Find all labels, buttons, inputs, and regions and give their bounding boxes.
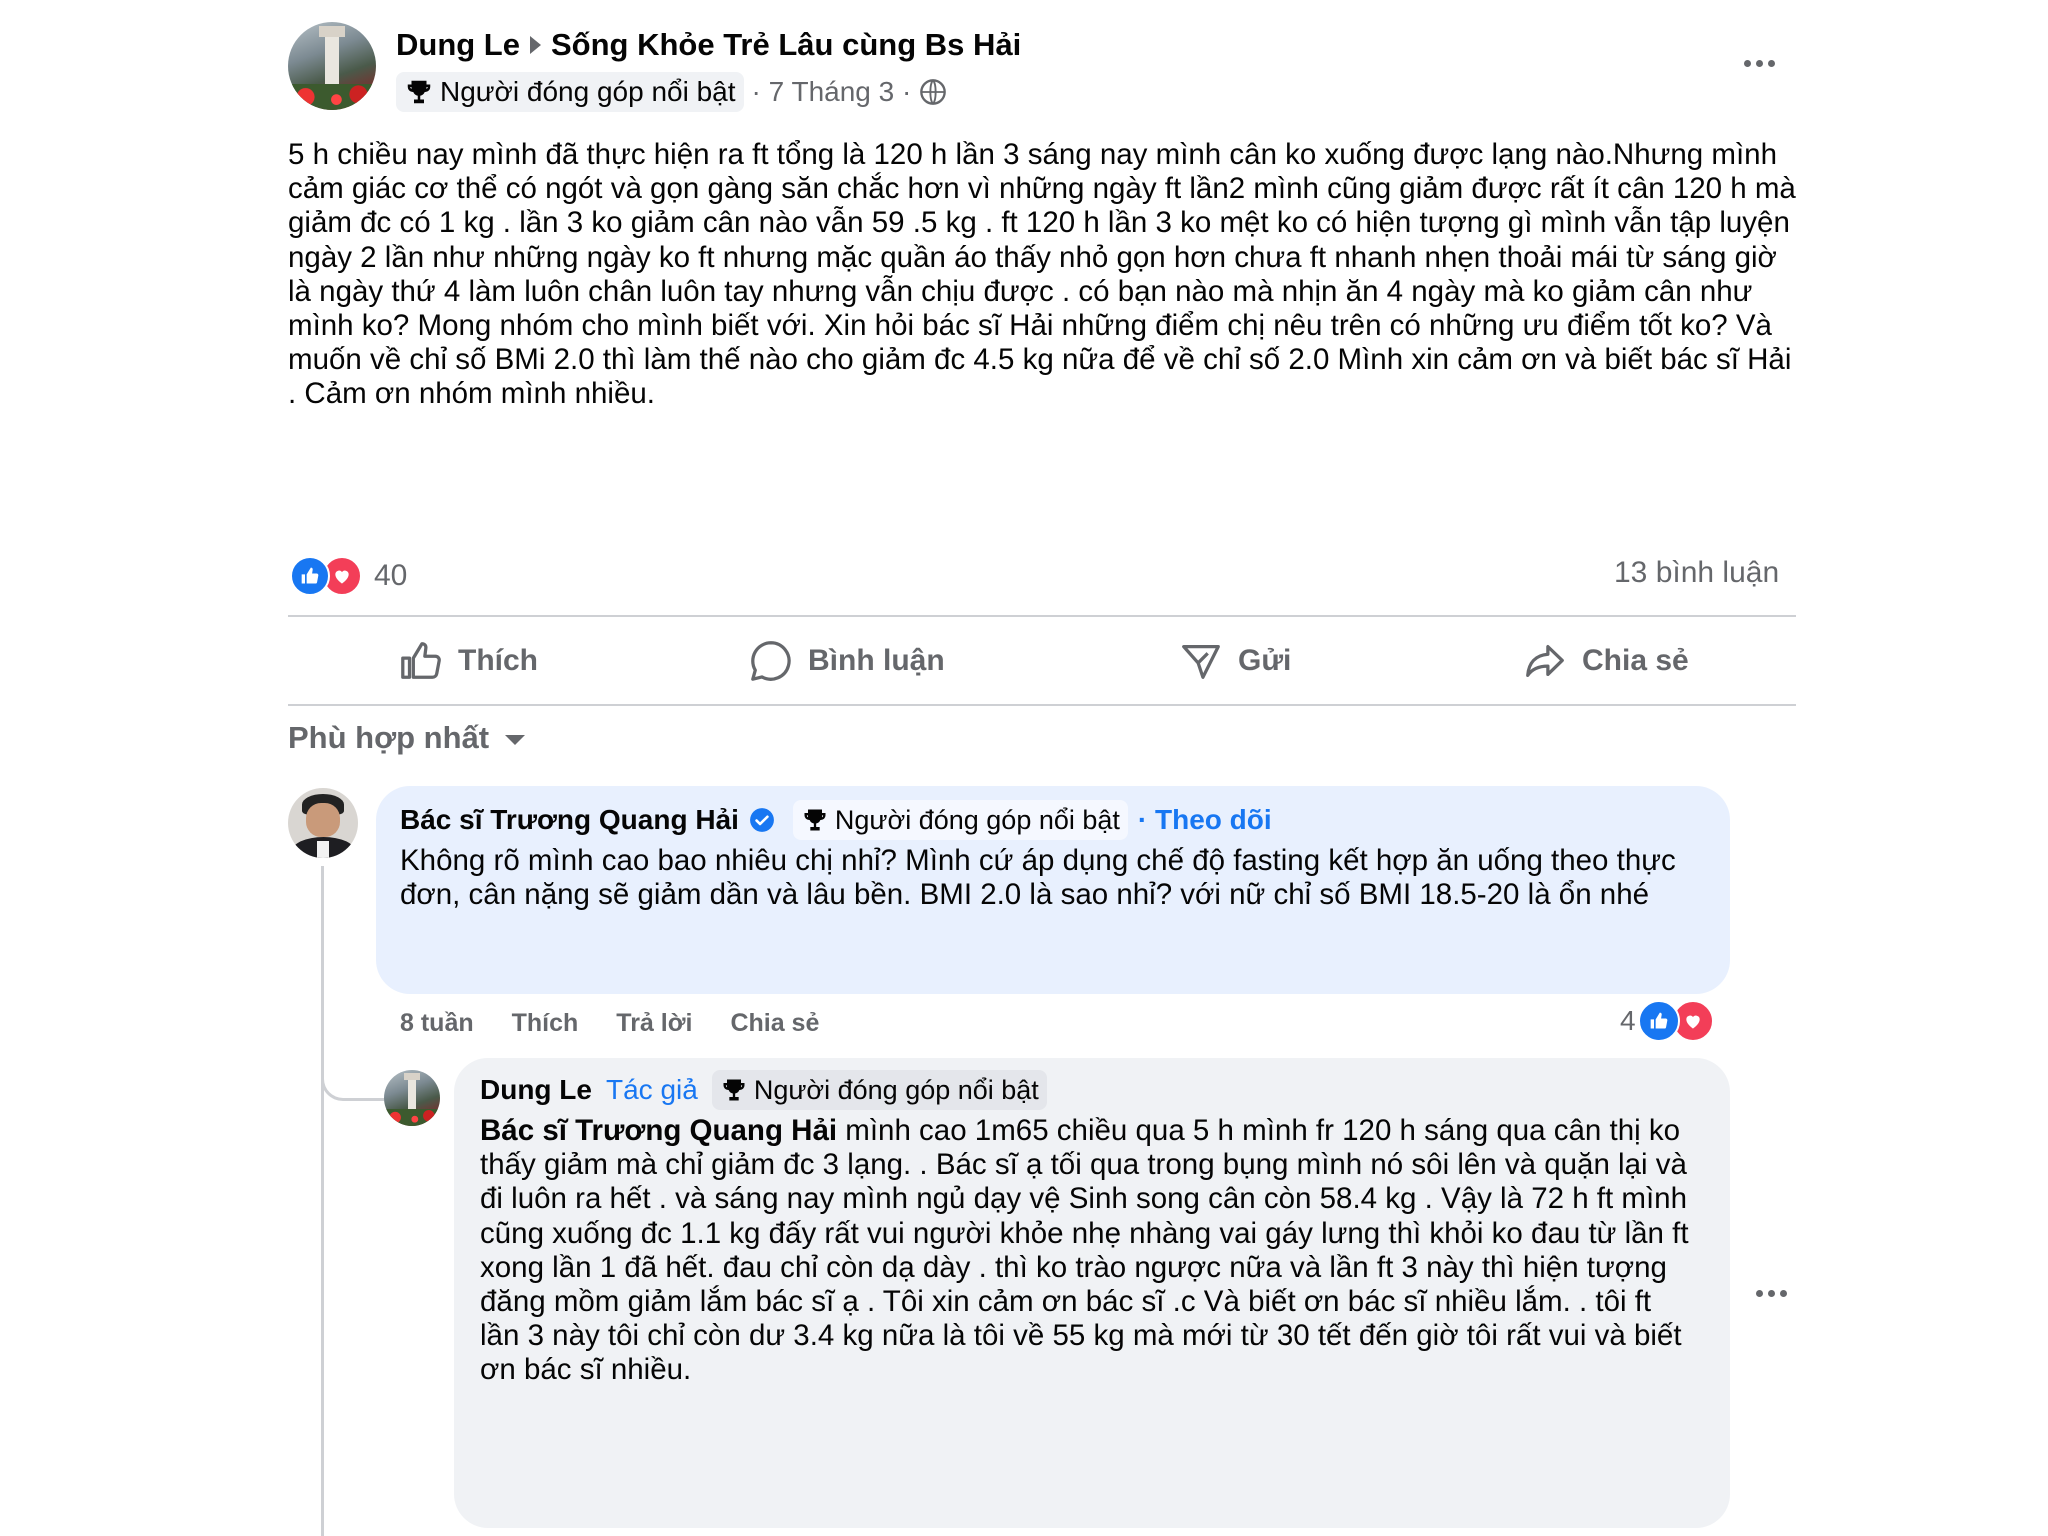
- verified-badge-icon: [750, 808, 774, 832]
- thread-line: [321, 866, 324, 1536]
- commenter-avatar[interactable]: [288, 788, 358, 858]
- caret-down-icon: [505, 735, 526, 745]
- top-contributor-badge[interactable]: Người đóng góp nổi bật: [711, 1070, 1047, 1110]
- trophy-icon: [804, 809, 826, 831]
- mention-link[interactable]: Bác sĩ Trương Quang Hải: [480, 1114, 837, 1147]
- trophy-icon: [407, 80, 431, 104]
- comment-sort-dropdown[interactable]: Phù hợp nhất: [288, 716, 526, 760]
- arrow-right-icon: [530, 36, 541, 54]
- post-more-options-icon[interactable]: [1744, 60, 1775, 67]
- comment-button[interactable]: Bình luận: [748, 636, 945, 686]
- divider-top: [288, 615, 1796, 617]
- trophy-icon: [723, 1079, 745, 1101]
- commenter-name[interactable]: Bác sĩ Trương Quang Hải: [400, 804, 739, 836]
- comment-label: Bình luận: [808, 644, 945, 677]
- thumbs-up-icon: [401, 642, 441, 679]
- comment-share-button[interactable]: Chia sẻ: [730, 1009, 819, 1038]
- badge-label: Người đóng góp nổi bật: [753, 1074, 1039, 1105]
- comment-reactions[interactable]: 4: [1620, 1000, 1714, 1042]
- reply-more-options-icon[interactable]: [1756, 1290, 1787, 1297]
- reply-author-avatar[interactable]: [384, 1070, 440, 1126]
- thread-branch: [321, 1050, 384, 1101]
- reply-body: Bác sĩ Trương Quang Hải mình cao 1m65 ch…: [480, 1114, 1698, 1388]
- post-date[interactable]: · 7 Tháng 3 ·: [752, 76, 912, 108]
- share-label: Chia sẻ: [1582, 644, 1689, 677]
- reply-header: Dung Le Tác giả Người đóng góp nổi bật: [480, 1070, 1047, 1110]
- post-body: 5 h chiều nay mình đã thực hiện ra ft tổ…: [288, 138, 1796, 411]
- reaction-summary[interactable]: 40: [290, 556, 407, 596]
- comment-reaction-count: 4: [1620, 1005, 1636, 1036]
- top-contributor-badge[interactable]: Người đóng góp nổi bật: [792, 800, 1128, 840]
- group-name[interactable]: Sống Khỏe Trẻ Lâu cùng Bs Hải: [551, 27, 1021, 63]
- top-contributor-badge[interactable]: Người đóng góp nổi bật: [396, 72, 744, 112]
- send-icon: [1182, 644, 1220, 679]
- comment-body: Không rõ mình cao bao nhiêu chị nhỉ? Mìn…: [400, 844, 1676, 912]
- follow-link[interactable]: · Theo dõi: [1138, 804, 1272, 836]
- like-reaction-icon: [1637, 1000, 1680, 1042]
- share-arrow-icon: [1526, 644, 1564, 678]
- post-header-title: Dung Le Sống Khỏe Trẻ Lâu cùng Bs Hải: [396, 24, 1021, 66]
- share-button[interactable]: Chia sẻ: [1522, 636, 1689, 686]
- post-author-name[interactable]: Dung Le: [396, 27, 520, 63]
- reply-text: mình cao 1m65 chiều qua 5 h mình fr 120 …: [480, 1114, 1689, 1387]
- comment-meta: 8 tuần Thích Trả lời Chia sẻ: [400, 1006, 819, 1040]
- like-button[interactable]: Thích: [398, 636, 538, 686]
- send-button[interactable]: Gửi: [1178, 636, 1291, 686]
- comment-bubble-icon: [751, 641, 791, 681]
- comment-like-button[interactable]: Thích: [512, 1009, 579, 1038]
- like-label: Thích: [458, 644, 538, 677]
- sort-label: Phù hợp nhất: [288, 720, 490, 755]
- reaction-count: 40: [374, 559, 408, 592]
- comment-count[interactable]: 13 bình luận: [1614, 556, 1779, 590]
- comment-header: Bác sĩ Trương Quang Hải Người đóng góp n…: [400, 800, 1272, 840]
- globe-icon: [920, 79, 947, 105]
- comment-reply-button[interactable]: Trả lời: [616, 1009, 692, 1038]
- badge-label: Người đóng góp nổi bật: [440, 76, 736, 107]
- reply-author-name[interactable]: Dung Le: [480, 1074, 592, 1106]
- like-reaction-icon: [290, 556, 330, 596]
- send-label: Gửi: [1238, 644, 1292, 677]
- divider-bottom: [288, 704, 1796, 706]
- author-tag: Tác giả: [606, 1074, 698, 1105]
- comment-time[interactable]: 8 tuần: [400, 1009, 474, 1038]
- post-meta: Người đóng góp nổi bật · 7 Tháng 3 ·: [396, 72, 947, 112]
- badge-label: Người đóng góp nổi bật: [834, 804, 1120, 835]
- post-author-avatar[interactable]: [288, 22, 376, 110]
